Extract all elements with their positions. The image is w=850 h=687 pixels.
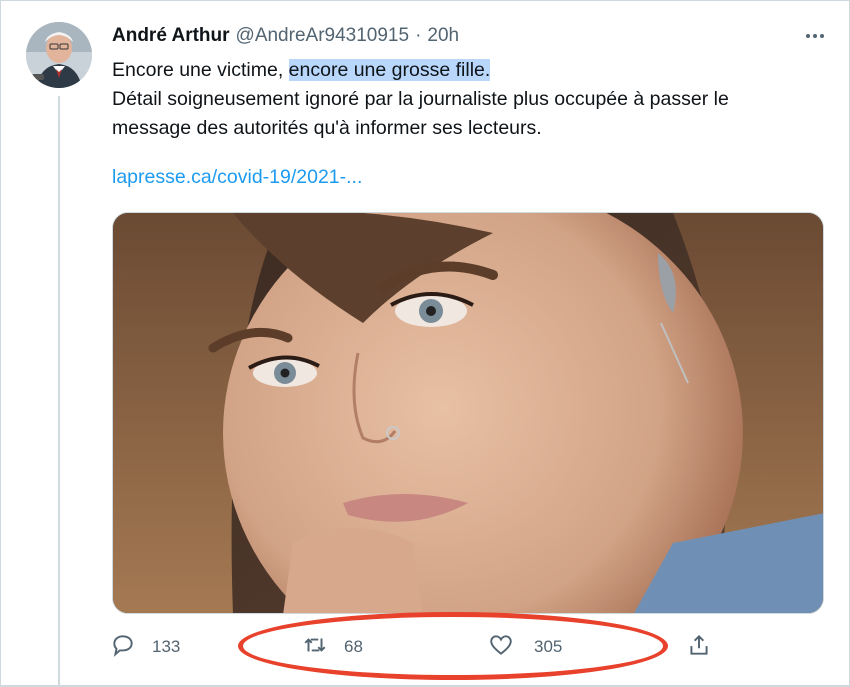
share-icon — [686, 632, 712, 663]
tweet-timestamp[interactable]: 20h — [427, 25, 459, 47]
like-button[interactable]: 305 — [488, 625, 562, 669]
retweet-icon — [302, 632, 328, 663]
author-handle[interactable]: @AndreAr94310915 — [236, 25, 410, 47]
tweet-text-paragraph: Détail soigneusement ignoré par la journ… — [112, 88, 729, 139]
article-link[interactable]: lapresse.ca/covid-19/2021-... — [112, 166, 362, 189]
tweet-text-highlight: encore une grosse fille. — [288, 59, 491, 81]
tweet-text: Encore une victime, encore une grosse fi… — [112, 56, 812, 143]
share-button[interactable] — [686, 625, 712, 669]
header-separator: · — [415, 25, 422, 46]
tweet-text-line-1: Encore une victime, encore une grosse fi… — [112, 56, 812, 85]
heart-icon — [488, 632, 514, 663]
retweet-button[interactable]: 68 — [302, 625, 363, 669]
reply-button[interactable]: 133 — [110, 625, 180, 669]
retweet-count: 68 — [344, 637, 363, 656]
tweet-media-photo[interactable] — [112, 212, 824, 614]
thread-line — [58, 96, 60, 686]
avatar[interactable] — [26, 22, 92, 88]
reply-icon — [110, 632, 136, 663]
tweet-actions: 133 68 305 — [0, 625, 850, 669]
tweet-header: André Arthur @AndreAr94310915 · 20h — [112, 22, 459, 50]
author-name[interactable]: André Arthur — [112, 25, 230, 47]
like-count: 305 — [534, 637, 563, 656]
tweet-text-plain: Encore une victime, — [112, 59, 289, 81]
reply-count: 133 — [152, 637, 181, 656]
more-horizontal-icon[interactable] — [804, 27, 826, 45]
